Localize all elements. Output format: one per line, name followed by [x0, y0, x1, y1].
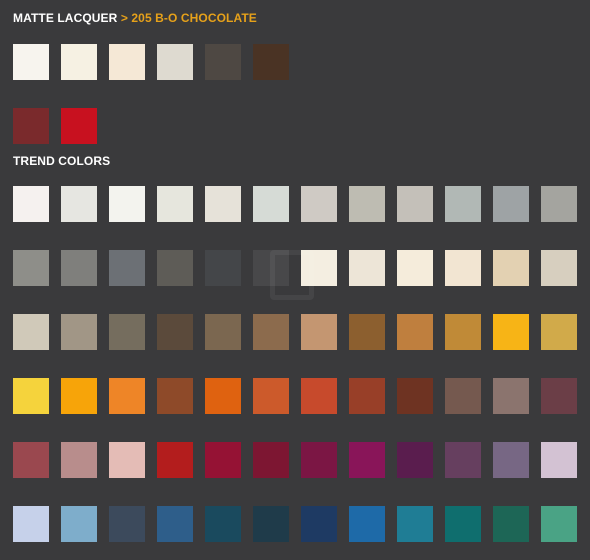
color-swatch[interactable] — [397, 186, 433, 222]
color-swatch[interactable] — [157, 250, 193, 286]
breadcrumb-separator: > — [120, 11, 128, 25]
color-swatch[interactable] — [61, 44, 97, 80]
color-swatch[interactable] — [205, 378, 241, 414]
color-swatch[interactable] — [157, 186, 193, 222]
color-swatch[interactable] — [13, 186, 49, 222]
color-swatch[interactable] — [109, 44, 145, 80]
color-swatch[interactable] — [13, 250, 49, 286]
color-swatch[interactable] — [13, 314, 49, 350]
color-swatch[interactable] — [541, 186, 577, 222]
color-swatch[interactable] — [61, 108, 97, 144]
color-swatch[interactable] — [205, 506, 241, 542]
color-swatch[interactable] — [397, 314, 433, 350]
color-swatch[interactable] — [157, 44, 193, 80]
color-swatch[interactable] — [253, 314, 289, 350]
color-swatch[interactable] — [61, 314, 97, 350]
color-swatch[interactable] — [157, 314, 193, 350]
color-swatch[interactable] — [109, 506, 145, 542]
color-swatch[interactable] — [109, 442, 145, 478]
color-swatch[interactable] — [397, 378, 433, 414]
color-swatch[interactable] — [61, 378, 97, 414]
color-swatch[interactable] — [445, 442, 481, 478]
color-swatch[interactable] — [541, 378, 577, 414]
color-swatch[interactable] — [253, 44, 289, 80]
color-swatch[interactable] — [301, 442, 337, 478]
color-swatch[interactable] — [13, 442, 49, 478]
color-swatch[interactable] — [253, 186, 289, 222]
color-swatch[interactable] — [13, 378, 49, 414]
color-swatch[interactable] — [61, 186, 97, 222]
color-swatch[interactable] — [253, 378, 289, 414]
color-swatch[interactable] — [445, 250, 481, 286]
color-swatch[interactable] — [61, 442, 97, 478]
color-swatch[interactable] — [157, 378, 193, 414]
color-swatch[interactable] — [493, 506, 529, 542]
breadcrumb-current: 205 B-O CHOCOLATE — [131, 11, 257, 25]
color-swatch[interactable] — [493, 186, 529, 222]
color-swatch[interactable] — [445, 506, 481, 542]
color-swatch[interactable] — [205, 44, 241, 80]
color-swatch[interactable] — [109, 314, 145, 350]
color-swatch[interactable] — [301, 314, 337, 350]
color-swatch[interactable] — [349, 186, 385, 222]
color-swatch[interactable] — [493, 442, 529, 478]
color-swatch[interactable] — [13, 44, 49, 80]
color-swatch[interactable] — [157, 442, 193, 478]
color-swatch[interactable] — [109, 186, 145, 222]
color-swatch[interactable] — [349, 314, 385, 350]
color-swatch[interactable] — [301, 506, 337, 542]
color-swatch[interactable] — [301, 186, 337, 222]
color-swatch[interactable] — [541, 506, 577, 542]
color-swatch[interactable] — [493, 314, 529, 350]
color-swatch[interactable] — [13, 108, 49, 144]
color-swatch[interactable] — [301, 378, 337, 414]
color-swatch[interactable] — [253, 250, 289, 286]
color-swatch[interactable] — [397, 250, 433, 286]
color-swatch[interactable] — [109, 378, 145, 414]
color-swatch[interactable] — [301, 250, 337, 286]
color-swatch[interactable] — [61, 250, 97, 286]
color-swatch[interactable] — [157, 506, 193, 542]
color-swatch[interactable] — [493, 378, 529, 414]
color-swatch[interactable] — [541, 314, 577, 350]
color-swatch[interactable] — [205, 442, 241, 478]
color-swatch[interactable] — [541, 442, 577, 478]
color-swatch[interactable] — [205, 250, 241, 286]
color-swatch[interactable] — [349, 250, 385, 286]
color-swatch[interactable] — [445, 314, 481, 350]
color-swatch[interactable] — [205, 186, 241, 222]
color-swatch[interactable] — [253, 506, 289, 542]
color-swatch[interactable] — [205, 314, 241, 350]
color-swatch[interactable] — [445, 378, 481, 414]
trend-colors-title: TREND COLORS — [13, 154, 111, 168]
color-swatch[interactable] — [493, 250, 529, 286]
color-swatch[interactable] — [541, 250, 577, 286]
color-swatch[interactable] — [13, 506, 49, 542]
color-swatch[interactable] — [397, 506, 433, 542]
color-swatch[interactable] — [397, 442, 433, 478]
color-swatch[interactable] — [253, 442, 289, 478]
color-swatch[interactable] — [349, 506, 385, 542]
color-swatch[interactable] — [445, 186, 481, 222]
color-swatch[interactable] — [349, 442, 385, 478]
color-swatch[interactable] — [61, 506, 97, 542]
breadcrumb-category[interactable]: MATTE LACQUER — [13, 11, 117, 25]
breadcrumb: MATTE LACQUER > 205 B-O CHOCOLATE — [13, 11, 257, 25]
color-swatch[interactable] — [349, 378, 385, 414]
color-swatch[interactable] — [109, 250, 145, 286]
